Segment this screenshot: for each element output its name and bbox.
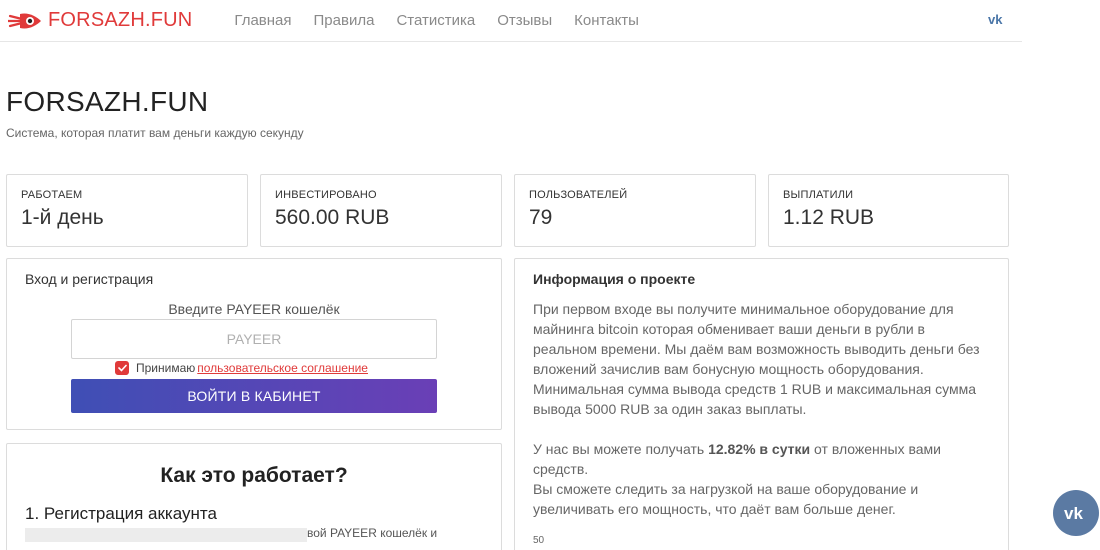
info-paragraph-2: У нас вы можете получать 12.82% в сутки … [533, 439, 983, 479]
payeer-field-label: Введите PAYEER кошелёк [168, 301, 340, 317]
project-info-panel: Информация о проекте При первом входе вы… [514, 258, 1009, 550]
stat-card-users: ПОЛЬЗОВАТЕЛЕЙ 79 [514, 174, 756, 247]
svg-text:vk: vk [988, 12, 1003, 26]
chart-axis-tick: 50 [533, 535, 545, 546]
rocket-logo-icon [6, 10, 42, 32]
nav-menu: Главная Правила Статистика Отзывы Контак… [212, 12, 639, 29]
obscured-text-overlay [25, 528, 307, 542]
stat-value: 79 [529, 206, 553, 229]
check-icon [117, 364, 127, 372]
stat-value: 560.00 RUB [275, 206, 390, 229]
project-info-body: При первом входе вы получите минимальное… [533, 299, 983, 519]
stat-value: 1-й день [21, 206, 104, 229]
stat-label: РАБОТАЕМ [21, 189, 83, 201]
page-title: FORSAZH.FUN [6, 86, 209, 117]
vk-float-button[interactable]: vk [1053, 490, 1099, 536]
info-paragraph-1: При первом входе вы получите минимальное… [533, 301, 980, 417]
svg-text:vk: vk [1064, 505, 1083, 521]
stat-card-invested: ИНВЕСТИРОВАНО 560.00 RUB [260, 174, 502, 247]
nav-item-statistics[interactable]: Статистика [396, 12, 475, 29]
how-it-works-title: Как это работает? [160, 464, 348, 487]
login-panel: Вход и регистрация Введите PAYEER кошелё… [6, 258, 502, 430]
stat-card-days: РАБОТАЕМ 1-й день [6, 174, 248, 247]
brand-name: FORSAZH.FUN [48, 9, 193, 31]
vk-icon: vk [1064, 505, 1083, 521]
nav-item-rules[interactable]: Правила [314, 12, 375, 29]
info-paragraph-3: Вы сможете следить за нагрузкой на ваше … [533, 481, 919, 517]
nav-item-reviews[interactable]: Отзывы [497, 12, 552, 29]
step-1-text: вой PAYEER кошелёк и [307, 526, 438, 540]
agreement-checkbox[interactable] [115, 361, 129, 375]
stat-label: ВЫПЛАТИЛИ [783, 189, 854, 201]
stat-value: 1.12 RUB [783, 206, 875, 229]
stat-label: ИНВЕСТИРОВАНО [275, 189, 377, 201]
how-it-works-panel: Как это работает? 1. Регистрация аккаунт… [6, 443, 502, 550]
top-navbar: FORSAZH.FUN Главная Правила Статистика О… [0, 0, 1022, 42]
payeer-wallet-input[interactable] [71, 319, 437, 359]
info-text: У нас вы можете получать [533, 441, 709, 457]
agreement-text: Принимаю [136, 361, 196, 375]
daily-rate-highlight: 12.82% в сутки [708, 441, 811, 457]
vk-icon[interactable]: vk [988, 12, 1008, 28]
login-panel-title: Вход и регистрация [25, 271, 154, 287]
nav-item-home[interactable]: Главная [234, 12, 291, 29]
agreement-row: Принимаю пользовательское соглашение [115, 361, 368, 375]
login-button[interactable]: ВОЙТИ В КАБИНЕТ [71, 379, 437, 413]
stat-label: ПОЛЬЗОВАТЕЛЕЙ [529, 189, 628, 201]
nav-item-contacts[interactable]: Контакты [574, 12, 639, 29]
stat-card-paid: ВЫПЛАТИЛИ 1.12 RUB [768, 174, 1009, 247]
project-info-title: Информация о проекте [533, 271, 696, 287]
step-1-title: 1. Регистрация аккаунта [25, 504, 217, 523]
brand-link[interactable]: FORSAZH.FUN [6, 9, 193, 32]
user-agreement-link[interactable]: пользовательское соглашение [197, 361, 368, 375]
page-subtitle: Система, которая платит вам деньги кажду… [6, 126, 304, 140]
